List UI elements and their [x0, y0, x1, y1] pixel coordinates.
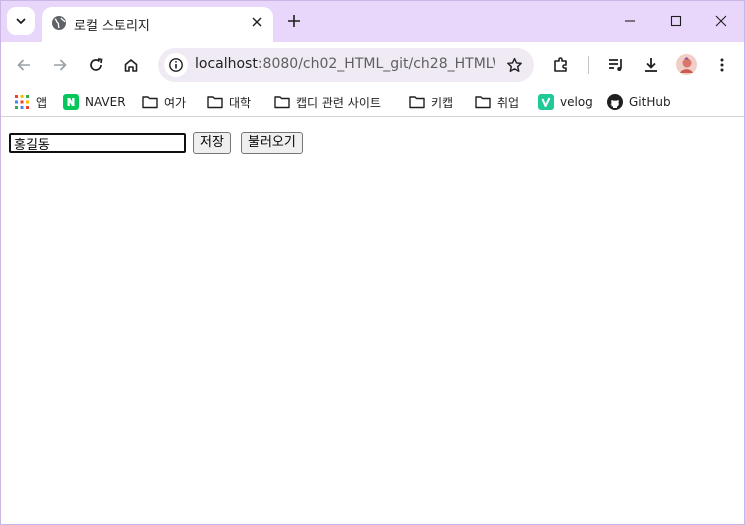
bookmark-naver[interactable]: NAVER [63, 92, 126, 112]
url-text: localhost:8080/ch02_HTML_git/ch28_HTMLW.… [195, 56, 495, 72]
bookmark-github[interactable]: GitHub [607, 92, 671, 112]
bookmark-label: NAVER [85, 95, 126, 109]
media-controls-button[interactable] [601, 50, 631, 80]
extensions-button[interactable] [546, 50, 576, 80]
load-button[interactable]: 불러오기 [241, 132, 303, 154]
minimize-button[interactable] [610, 6, 650, 36]
bookmark-label: 취업 [497, 95, 520, 110]
maximize-icon [670, 15, 682, 27]
tab-strip: 로컬 스토리지 [1, 1, 744, 42]
chevron-down-icon [16, 18, 26, 24]
apps-grid-icon [14, 94, 30, 110]
bookmark-label: 여가 [164, 95, 187, 110]
close-icon [252, 17, 262, 27]
reload-icon [90, 58, 103, 71]
bookmark-folder-university[interactable]: 대학 [207, 92, 251, 112]
folder-icon [207, 94, 223, 110]
forward-button[interactable] [45, 50, 75, 80]
downloads-button[interactable] [636, 50, 666, 80]
reload-button[interactable] [81, 50, 111, 80]
home-icon [124, 59, 138, 72]
profile-avatar[interactable] [676, 54, 697, 75]
naver-icon [63, 94, 79, 110]
bookmark-label: 대학 [229, 95, 252, 110]
puzzle-icon [554, 57, 567, 72]
close-window-button[interactable] [701, 6, 741, 36]
bookmark-star-button[interactable] [504, 55, 524, 75]
browser-toolbar: localhost:8080/ch02_HTML_git/ch28_HTMLW.… [1, 42, 744, 88]
page-content: 저장 불러오기 [1, 117, 744, 524]
folder-icon [274, 94, 290, 110]
kebab-menu-icon [720, 58, 724, 72]
bookmark-folder-jobs[interactable]: 취업 [475, 92, 519, 112]
playlist-music-icon [609, 59, 622, 71]
bookmark-velog[interactable]: velog [538, 92, 593, 112]
download-icon [645, 58, 657, 72]
folder-icon [142, 94, 158, 110]
toolbar-separator [588, 56, 589, 74]
maximize-button[interactable] [656, 6, 696, 36]
active-tab[interactable]: 로컬 스토리지 [42, 7, 273, 42]
arrow-right-icon [54, 59, 67, 71]
bookmark-folder-leisure[interactable]: 여가 [142, 92, 186, 112]
url-host: localhost [195, 56, 258, 72]
github-icon [607, 94, 623, 110]
velog-icon [538, 94, 554, 110]
bookmark-apps[interactable]: 앱 [14, 92, 47, 112]
globe-icon [52, 16, 66, 30]
arrow-left-icon [17, 59, 30, 71]
address-bar[interactable]: localhost:8080/ch02_HTML_git/ch28_HTMLW.… [158, 48, 534, 82]
tab-search-button[interactable] [7, 7, 35, 35]
home-button[interactable] [116, 50, 146, 80]
folder-icon [475, 94, 491, 110]
avatar-icon [676, 54, 697, 75]
back-button[interactable] [9, 50, 39, 80]
minimize-icon [625, 20, 635, 22]
browser-window: 로컬 스토리지 localhost:8080/ch02_HTML_git/ch2… [0, 0, 745, 525]
menu-button[interactable] [707, 50, 737, 80]
plus-icon [288, 15, 300, 27]
bookmark-label: 키캡 [431, 95, 454, 110]
info-icon [169, 58, 183, 72]
close-tab-button[interactable] [249, 14, 265, 30]
new-tab-button[interactable] [284, 11, 304, 31]
tab-title: 로컬 스토리지 [74, 19, 150, 34]
star-icon [506, 57, 522, 72]
bookmark-folder-capstone[interactable]: 캡디 관련 사이트 [274, 92, 381, 112]
bookmark-label: 캡디 관련 사이트 [296, 95, 381, 110]
save-button[interactable]: 저장 [193, 132, 231, 154]
url-path: :8080/ch02_HTML_git/ch28_HTMLW... [257, 56, 495, 72]
site-info-button[interactable] [164, 53, 188, 77]
close-icon [715, 15, 727, 27]
bookmark-label: 앱 [36, 95, 48, 110]
bookmark-label: velog [560, 95, 593, 109]
bookmarks-bar: 앱 NAVER 여가 대학 캡디 관련 사이트 키캡 취업 velog GitH… [1, 88, 744, 117]
bookmark-label: GitHub [629, 95, 671, 109]
bookmark-folder-keycap[interactable]: 키캡 [409, 92, 453, 112]
name-input[interactable] [9, 133, 186, 153]
folder-icon [409, 94, 425, 110]
